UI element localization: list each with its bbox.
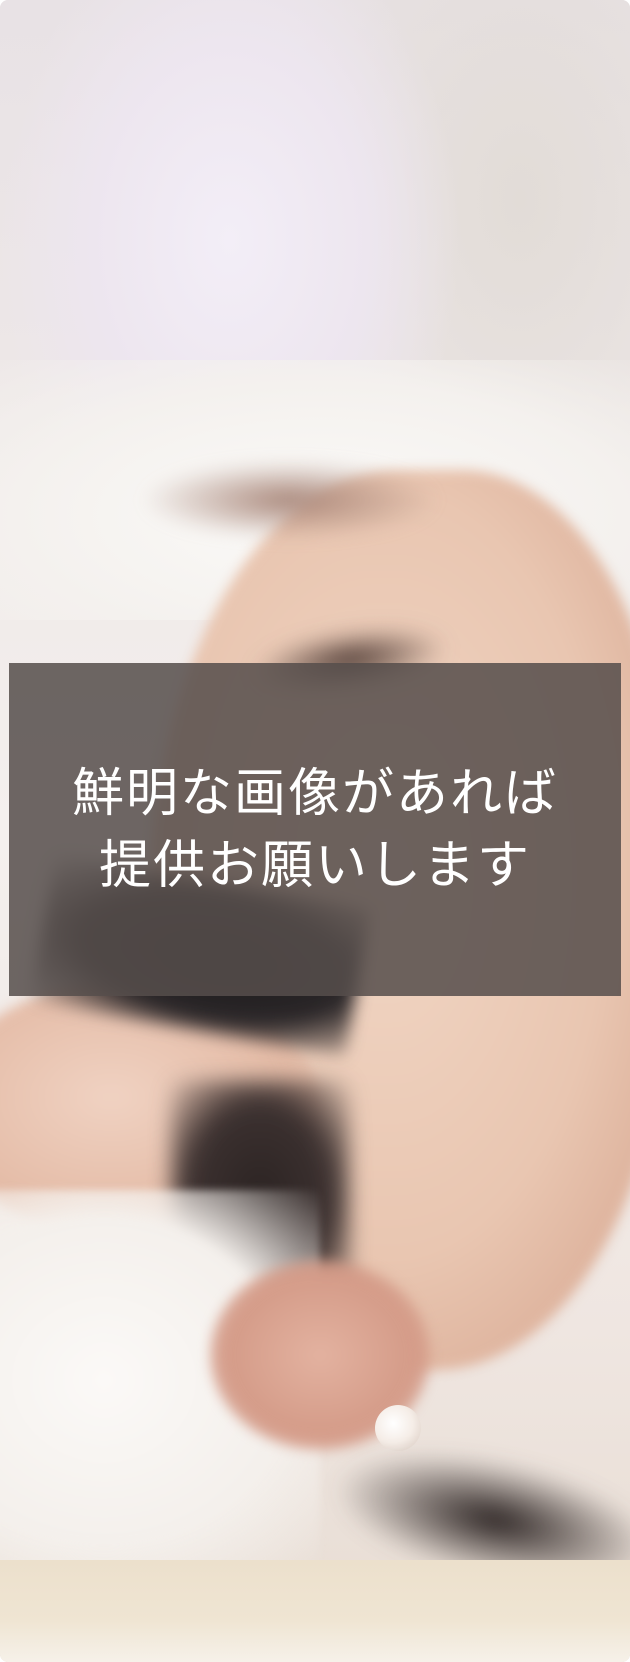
photo-bed-edge (0, 1560, 630, 1662)
notice-line-1: 鮮明な画像があれば (71, 763, 558, 824)
photo-hairline (140, 460, 440, 540)
notice-line-2: 提供お願いします (98, 835, 531, 896)
image-request-overlay: 鮮明な画像があれば 提供お願いします (9, 663, 621, 996)
image-card: 鮮明な画像があれば 提供お願いします (0, 0, 630, 1662)
